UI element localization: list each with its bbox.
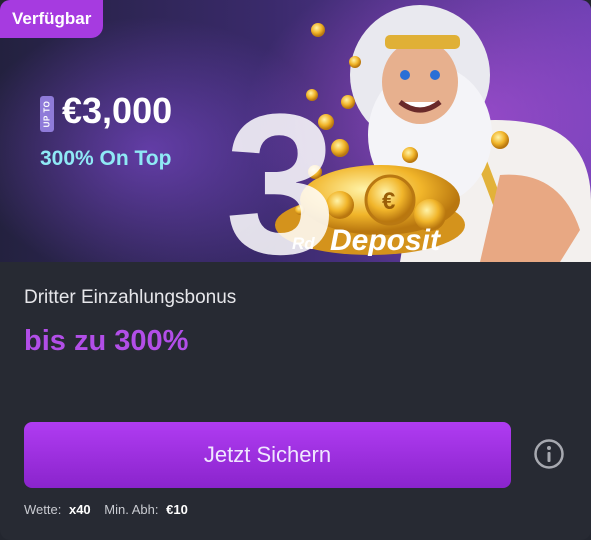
bonus-banner: € 3 Verfügbar UP TO €3,000 300% On Top R… [0,0,591,262]
claim-bonus-button[interactable]: Jetzt Sichern [24,422,511,488]
wager-label: Wette: [24,502,62,517]
bonus-amount: €3,000 [62,90,173,131]
rd-deposit-digit: 3 [225,73,337,263]
min-deposit-value: €10 [166,502,188,517]
deposit-label: Deposit [330,224,441,257]
bonus-percentage-subline: 300% On Top [40,147,172,170]
min-deposit-label: Min. Abh: [104,502,159,517]
bonus-title: Dritter Einzahlungsbonus [24,287,237,308]
svg-text:€: € [382,188,395,215]
bonus-highlight: bis zu 300% [24,325,189,357]
info-circle-icon[interactable] [533,438,565,470]
bonus-terms: Wette: x40 Min. Abh: €10 [24,502,188,517]
availability-badge: Verfügbar [0,0,104,38]
rd-label: Rd [292,234,315,253]
up-to-tag: UP TO [40,96,54,132]
wager-value: x40 [68,502,91,517]
bonus-card: € 3 Verfügbar UP TO €3,000 300% On Top R… [0,0,591,540]
